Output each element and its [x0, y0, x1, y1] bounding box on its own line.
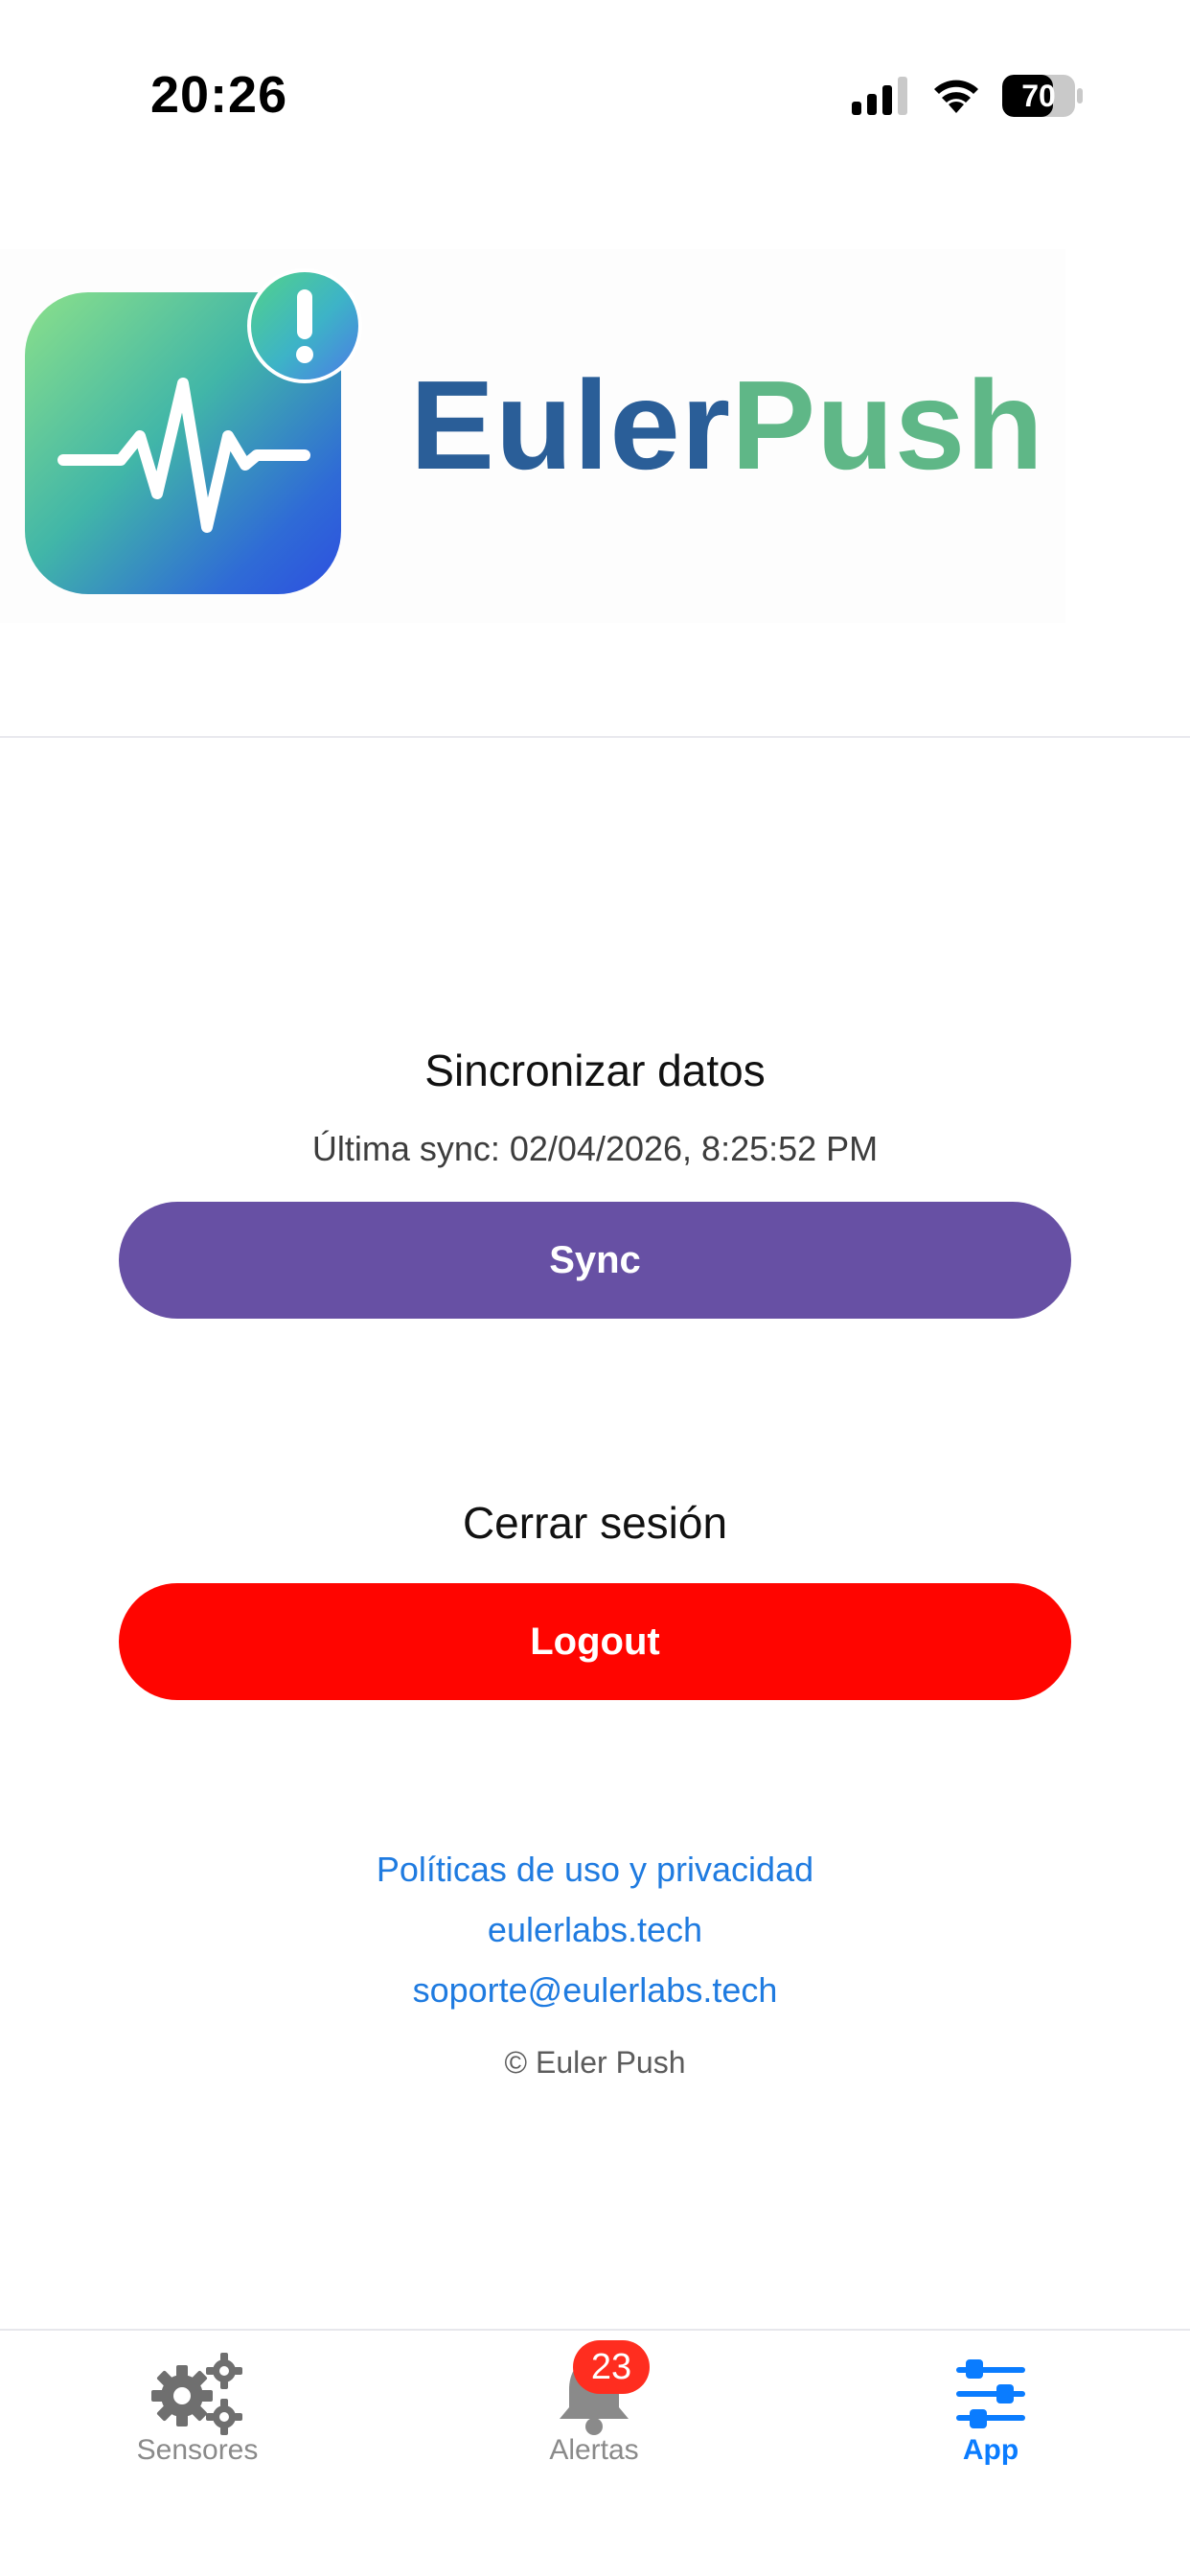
- sync-section-title: Sincronizar datos: [424, 1046, 766, 1095]
- logout-button[interactable]: Logout: [119, 1583, 1071, 1700]
- battery-icon: 70: [1002, 75, 1083, 117]
- logout-section-title: Cerrar sesión: [462, 1498, 728, 1548]
- sliders-icon: [956, 2359, 1025, 2428]
- tab-alertas[interactable]: 23 Alertas: [450, 2331, 738, 2503]
- tab-label: Sensores: [136, 2434, 259, 2466]
- tab-app[interactable]: App: [847, 2331, 1134, 2503]
- copyright-text: © Euler Push: [504, 2045, 686, 2080]
- wifi-icon: [934, 80, 978, 113]
- website-link[interactable]: eulerlabs.tech: [0, 1910, 1190, 1950]
- support-email-link[interactable]: soporte@eulerlabs.tech: [0, 1970, 1190, 2011]
- sync-button[interactable]: Sync: [119, 1202, 1071, 1319]
- status-bar: 20:26 70: [0, 0, 1190, 144]
- gears-icon: [151, 2353, 242, 2435]
- brand-name: EulerPush: [410, 355, 1044, 495]
- header-divider: [0, 736, 1190, 738]
- cellular-signal-icon: [852, 77, 907, 115]
- tab-label: App: [962, 2434, 1019, 2466]
- heartbeat-pulse-icon: [57, 378, 310, 533]
- app-header-logo: EulerPush: [0, 249, 1065, 623]
- tab-label: Alertas: [549, 2434, 639, 2466]
- alerts-count-badge: 23: [573, 2340, 650, 2394]
- tab-sensores[interactable]: Sensores: [54, 2331, 341, 2503]
- last-sync-text: Última sync: 02/04/2026, 8:25:52 PM: [311, 1129, 879, 1168]
- alert-exclamation-icon: [247, 268, 362, 383]
- tab-bar: Sensores 23 Alertas App: [0, 2331, 1190, 2576]
- privacy-policy-link[interactable]: Políticas de uso y privacidad: [0, 1850, 1190, 1890]
- battery-level: 70: [1021, 79, 1056, 113]
- status-time: 20:26: [150, 66, 288, 124]
